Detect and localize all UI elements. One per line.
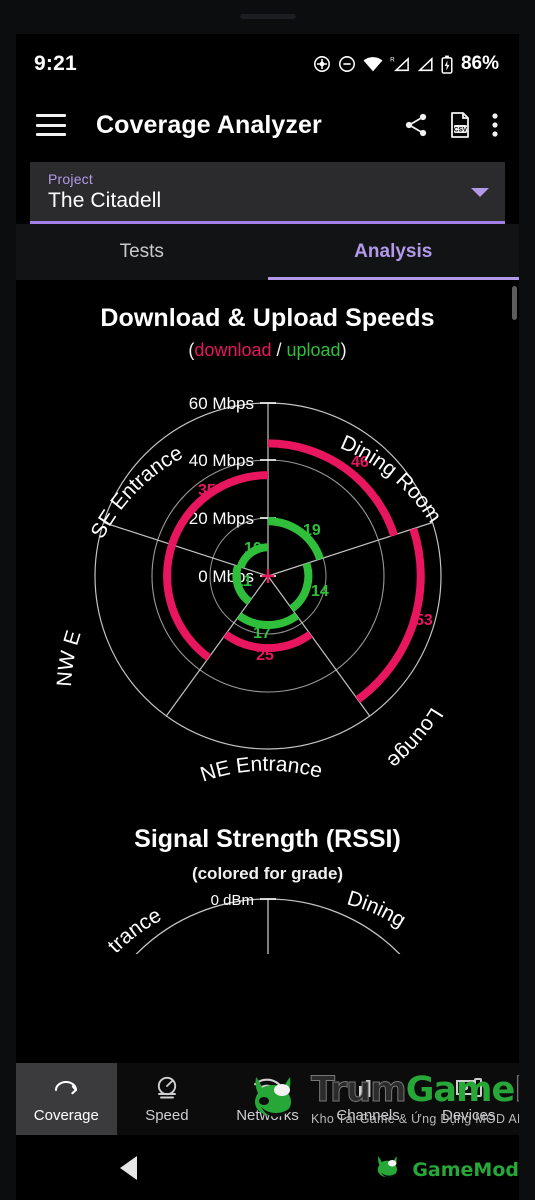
vertical-scrollbar[interactable] (512, 286, 517, 320)
wifi-icon (363, 56, 383, 73)
rssi-chart-title: Signal Strength (RSSI) (134, 825, 401, 853)
legend-download: download (194, 340, 272, 360)
download-arc-lounge (355, 527, 425, 703)
nav-item-speed[interactable]: Speed (117, 1063, 218, 1135)
device-bezel-left (0, 0, 16, 1200)
chevron-down-icon[interactable] (471, 188, 489, 197)
speeds-radar-svg: 0 Mbps 20 Mbps 40 Mbps 60 Mbps 46 53 25 … (16, 345, 447, 787)
legend-separator: / (271, 340, 287, 360)
watermark-part2: Game (405, 1070, 516, 1111)
speeds-chart-legend: (download / upload) (16, 340, 519, 361)
status-clock: 9:21 (34, 52, 77, 75)
svg-text:CSV: CSV (454, 126, 468, 133)
category-label-ne-entrance: NE Entrance (198, 753, 325, 787)
watermark-part1: Trum (311, 1070, 408, 1111)
svg-text:40 Mbps: 40 Mbps (189, 451, 254, 470)
more-vertical-icon[interactable] (491, 112, 499, 138)
upload-arc-ne-entrance (236, 612, 300, 629)
csv-export-icon[interactable]: CSV (447, 111, 473, 139)
speeds-chart-title: Download & Upload Speeds (100, 304, 435, 332)
legend-upload: upload (286, 340, 341, 360)
watermark-tagline: Kho Tải Game & Ứng Dụng MOD APK (311, 1112, 519, 1127)
hamburger-menu-icon[interactable] (36, 114, 66, 136)
upload-label-lounge: 14 (311, 583, 329, 600)
tab-bar: Tests Analysis (16, 224, 519, 280)
svg-text:R: R (390, 56, 395, 63)
category-label-nw-entrance: NW Entrance (16, 363, 86, 687)
download-label-lounge: 53 (415, 612, 433, 629)
watermark-title: TrumGameMeMod (311, 1070, 519, 1110)
rssi-tick-label-0dbm: 0 dBm (211, 892, 254, 909)
watermark-text-block: TrumGameMeMod Kho Tải Game & Ứng Dụng MO… (311, 1070, 519, 1127)
category-label-lounge: Lounge (383, 704, 447, 773)
nav-label-coverage: Coverage (33, 1106, 99, 1124)
signal-icon (417, 55, 434, 73)
watermark-badge-text: GameMod (412, 1158, 519, 1181)
rssi-radar-chart-partial: 0 dBm trance Dining (16, 884, 519, 954)
phone-screen: 9:21 R 86% Coverage Analyzer CSV Project… (16, 34, 519, 1200)
upload-label-ne-entrance: 17 (253, 625, 271, 642)
upload-label-dining-room: 19 (303, 522, 321, 539)
share-icon[interactable] (403, 112, 429, 138)
upload-label-se-entrance: 10 (244, 540, 262, 557)
tab-tests[interactable]: Tests (16, 224, 268, 280)
device-bezel-right (519, 0, 535, 1200)
project-selector-label: Project (48, 171, 93, 187)
project-selector[interactable]: Project The Citadell (30, 162, 505, 224)
analysis-scroll-area[interactable]: Download & Upload Speeds (download / upl… (16, 280, 519, 1042)
battery-percent-label: 86% (460, 53, 499, 74)
phone-device-frame: 9:21 R 86% Coverage Analyzer CSV Project… (0, 0, 535, 1200)
location-icon (313, 55, 331, 73)
nav-label-speed: Speed (145, 1106, 189, 1124)
rssi-radar-svg: 0 dBm trance Dining (103, 887, 410, 954)
legend-close-paren: ) (340, 340, 347, 360)
watermark-mascot-icon (248, 1071, 304, 1128)
status-bar: 9:21 R 86% (16, 34, 519, 94)
download-arc-nw-entrance (163, 543, 212, 661)
page-title: Coverage Analyzer (96, 110, 322, 139)
download-label-nw-entrance: 35 (198, 482, 216, 499)
battery-icon (441, 55, 453, 74)
rssi-category-label-se-entrance: trance (103, 904, 165, 954)
project-selector-value: The Citadell (48, 189, 162, 212)
dnd-icon (338, 55, 356, 73)
rssi-category-label-dining-room: Dining (345, 887, 410, 932)
speeds-radar-chart: 0 Mbps 20 Mbps 40 Mbps 60 Mbps 46 53 25 … (16, 345, 519, 813)
watermark-badge: GameMod (374, 1153, 519, 1186)
svg-text:60 Mbps: 60 Mbps (189, 394, 254, 413)
watermark-trumgamemod: TrumGameMeMod Kho Tải Game & Ứng Dụng MO… (248, 1071, 519, 1128)
back-triangle-icon[interactable] (120, 1155, 137, 1180)
app-bar-actions: CSV (403, 111, 499, 139)
app-bar: Coverage Analyzer CSV (16, 94, 519, 156)
nav-item-coverage[interactable]: Coverage (16, 1063, 117, 1135)
upload-label-nw-entrance: 11 (235, 573, 252, 590)
coverage-icon (52, 1075, 80, 1101)
speedometer-icon (154, 1075, 180, 1101)
signal-roaming-icon: R (390, 55, 410, 73)
tab-analysis[interactable]: Analysis (267, 224, 520, 280)
upload-arc-lounge (289, 562, 313, 612)
earpiece-speaker (239, 14, 296, 19)
svg-text:20 Mbps: 20 Mbps (189, 509, 254, 528)
watermark-badge-mascot-icon (374, 1153, 404, 1186)
status-icon-group: R 86% (313, 53, 499, 75)
category-label-se-entrance: SE Entrance (87, 441, 187, 542)
rssi-chart-subtitle: (colored for grade) (191, 864, 344, 883)
download-label-ne-entrance: 25 (256, 647, 274, 664)
